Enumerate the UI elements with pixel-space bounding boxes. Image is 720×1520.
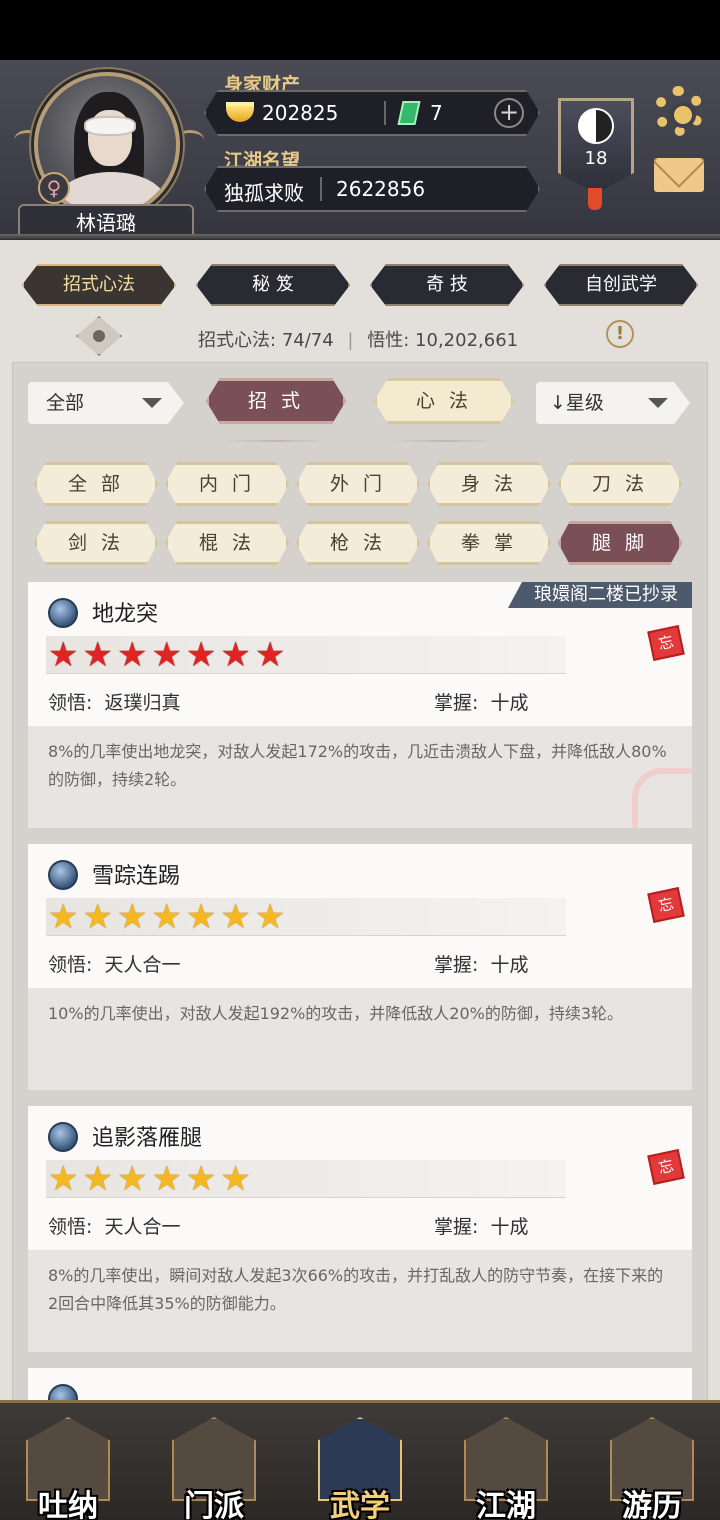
- skill-description: 10%的几率使出，对敌人发起192%的攻击，并降低敌人20%的防御，持续3轮。: [48, 1004, 624, 1023]
- skill-card[interactable]: 雪踪连踢 ★★★★★★★ 忘 领悟: 天人合一 掌握: 十成 10%的几率使出，…: [28, 844, 692, 1090]
- avatar-ornament-right: [176, 130, 204, 150]
- insight-value: 天人合一: [104, 1216, 181, 1238]
- insight-label: 领悟:: [48, 954, 93, 976]
- insight-field: 领悟: 天人合一: [48, 950, 180, 977]
- nav-travel[interactable]: 游历: [604, 1415, 700, 1520]
- skill-icon: [48, 860, 78, 890]
- nav-jianghu[interactable]: 江湖: [458, 1415, 554, 1520]
- chip-sword[interactable]: 剑 法: [34, 521, 158, 565]
- category-select-value: 全部: [46, 392, 85, 414]
- moves-label: 招式心法:: [198, 330, 277, 351]
- star-rating: ★★★★★★★: [48, 635, 290, 675]
- mastery-label: 掌握:: [434, 954, 479, 976]
- skill-card[interactable]: 追影落雁腿 ★★★★★★ 忘 领悟: 天人合一 掌握: 十成 8%的几率使出，瞬…: [28, 1106, 692, 1352]
- nav-label: 江湖: [476, 1489, 536, 1520]
- insight-value: 返璞归真: [104, 692, 181, 714]
- tab-manuals[interactable]: 秘 笈: [196, 264, 350, 306]
- eye-icon[interactable]: [76, 316, 122, 356]
- skill-name: 雪踪连踢: [92, 864, 181, 889]
- chip-fist-palm[interactable]: 拳 掌: [427, 521, 551, 565]
- bottom-nav: 吐纳 门派 武学 江湖 游历: [0, 1400, 720, 1520]
- insight-field: 领悟: 天人合一: [48, 1212, 180, 1239]
- skill-name: 追影落雁腿: [92, 1126, 203, 1151]
- nav-label: 门派: [184, 1489, 244, 1520]
- martial-arts-panel: 招式心法 秘 笈 奇 技 自创武学 招式心法: 74/74 | 悟性: 10,2…: [0, 240, 720, 1430]
- player-name: 林语璐: [18, 204, 194, 242]
- insight-value: 10,202,661: [415, 330, 519, 351]
- star-rating: ★★★★★★★: [48, 897, 290, 937]
- stats-divider: |: [347, 330, 354, 351]
- copied-ribbon: 琅嬛阁二楼已抄录: [508, 582, 692, 608]
- mastery-value: 十成: [490, 692, 529, 714]
- tab-self-created[interactable]: 自创武学: [544, 264, 698, 306]
- settings-gear-icon[interactable]: [654, 86, 704, 136]
- status-bar: [0, 0, 720, 60]
- insight-field: 领悟: 返璞归真: [48, 688, 180, 715]
- stats-line: 招式心法: 74/74 | 悟性: 10,202,661: [198, 326, 518, 352]
- chip-inner[interactable]: 内 门: [165, 462, 289, 506]
- fame-divider: [320, 177, 322, 201]
- chevron-down-icon: [648, 398, 668, 408]
- cloud-ornament: [632, 768, 692, 828]
- chip-blade[interactable]: 刀 法: [558, 462, 682, 506]
- tassel-icon: [588, 188, 602, 210]
- skill-description: 8%的几率使出地龙突，对敌人发起172%的攻击，几近击溃敌人下盘，并降低敌人80…: [48, 742, 667, 789]
- segment-moves[interactable]: 招 式: [206, 378, 346, 424]
- nav-martial-arts[interactable]: 武学: [312, 1415, 408, 1520]
- mastery-field: 掌握: 十成: [434, 950, 528, 977]
- insight-label: 领悟:: [48, 1216, 93, 1238]
- moves-value: 74/74: [281, 330, 334, 351]
- tab-special-skills[interactable]: 奇 技: [370, 264, 524, 306]
- yinyang-icon: [578, 108, 614, 144]
- skill-icon: [48, 598, 78, 628]
- ornament-divider: [226, 440, 326, 442]
- ornament-divider: [394, 440, 494, 442]
- female-icon: ♀: [38, 172, 70, 204]
- chevron-down-icon: [142, 398, 162, 408]
- nav-label: 吐纳: [38, 1489, 98, 1520]
- skill-card[interactable]: 琅嬛阁二楼已抄录 地龙突 ★★★★★★★ 忘 领悟: 返璞归真 掌握: 十成 8…: [28, 582, 692, 828]
- tab-moves-methods[interactable]: 招式心法: [22, 264, 176, 306]
- gold-amount: 202825: [262, 101, 339, 125]
- sort-select[interactable]: ↓星级: [536, 382, 690, 424]
- nav-label: 武学: [330, 1489, 390, 1520]
- mastery-value: 十成: [490, 1216, 529, 1238]
- nav-breathing[interactable]: 吐纳: [20, 1415, 116, 1520]
- info-icon[interactable]: !: [606, 320, 634, 348]
- mastery-label: 掌握:: [434, 1216, 479, 1238]
- currency-divider: [384, 101, 386, 125]
- player-header: ♀ 林语璐 身家财产 202825 7 + 江湖名望 独孤求败 2622856 …: [0, 60, 720, 242]
- segment-heart-methods[interactable]: 心 法: [374, 378, 514, 424]
- sort-select-value: ↓星级: [550, 392, 604, 414]
- add-currency-button[interactable]: +: [494, 98, 524, 128]
- nav-label: 游历: [622, 1489, 682, 1520]
- avatar-mask: [84, 116, 136, 136]
- chip-spear[interactable]: 枪 法: [296, 521, 420, 565]
- jade-amount: 7: [430, 101, 443, 125]
- fame-title: 独孤求败: [224, 181, 304, 205]
- insight-label: 领悟:: [48, 692, 93, 714]
- chip-legs[interactable]: 腿 脚: [558, 521, 682, 565]
- skill-name: 地龙突: [92, 602, 159, 627]
- skill-description: 8%的几率使出，瞬间对敌人发起3次66%的攻击，并打乱敌人的防守节奏，在接下来的…: [48, 1266, 664, 1313]
- mastery-field: 掌握: 十成: [434, 1212, 528, 1239]
- star-rating: ★★★★★★: [48, 1159, 255, 1199]
- category-select[interactable]: 全部: [28, 382, 184, 424]
- currency-bar: [204, 90, 540, 136]
- skill-icon: [48, 1122, 78, 1152]
- mastery-label: 掌握:: [434, 692, 479, 714]
- insight-value: 天人合一: [104, 954, 181, 976]
- mastery-field: 掌握: 十成: [434, 688, 528, 715]
- nav-sect[interactable]: 门派: [166, 1415, 262, 1520]
- mail-icon[interactable]: [654, 158, 704, 192]
- chip-outer[interactable]: 外 门: [296, 462, 420, 506]
- insight-label: 悟性:: [367, 330, 410, 351]
- level-number: 18: [584, 148, 608, 169]
- chip-movement[interactable]: 身 法: [427, 462, 551, 506]
- chip-staff[interactable]: 棍 法: [165, 521, 289, 565]
- mastery-value: 十成: [490, 954, 529, 976]
- chip-all[interactable]: 全 部: [34, 462, 158, 506]
- fame-value: 2622856: [336, 177, 426, 201]
